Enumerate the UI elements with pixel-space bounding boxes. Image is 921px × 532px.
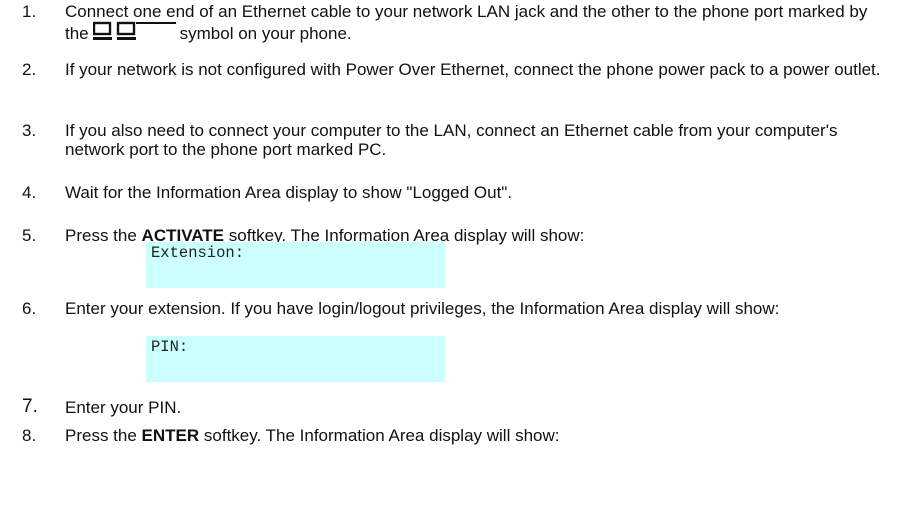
information-area-display: Extension: (146, 242, 445, 288)
softkey-label: ENTER (141, 426, 200, 445)
step-number: 4. (22, 183, 37, 202)
step-text-after: symbol on your phone. (179, 24, 352, 43)
step-number: 6. (22, 299, 37, 318)
step-text-before: Press the (65, 226, 137, 245)
step-text: Press the ENTER softkey. The Information… (65, 426, 895, 445)
display-text: PIN: (151, 338, 189, 356)
step-text: Enter your PIN. (65, 398, 182, 417)
step-number: 1. (22, 2, 37, 21)
display-text: Extension: (151, 244, 245, 262)
step-text: If your network is not configured with P… (65, 60, 881, 79)
step-number: 5. (22, 226, 37, 245)
step-text: Enter your extension. If you have login/… (65, 299, 780, 318)
information-area-display: PIN: (146, 336, 445, 382)
network-port-icon (92, 21, 176, 40)
step-text: Connect one end of an Ethernet cable to … (65, 2, 895, 43)
step-text-after: softkey. The Information Area display wi… (203, 426, 560, 445)
step-text-before: Press the (65, 426, 137, 445)
step-number: 3. (22, 121, 37, 140)
step-number: 7. (22, 396, 38, 417)
step-number: 2. (22, 60, 37, 79)
step-text: Wait for the Information Area display to… (65, 183, 513, 202)
step-number: 8. (22, 426, 37, 445)
step-text: If you also need to connect your compute… (65, 121, 838, 159)
